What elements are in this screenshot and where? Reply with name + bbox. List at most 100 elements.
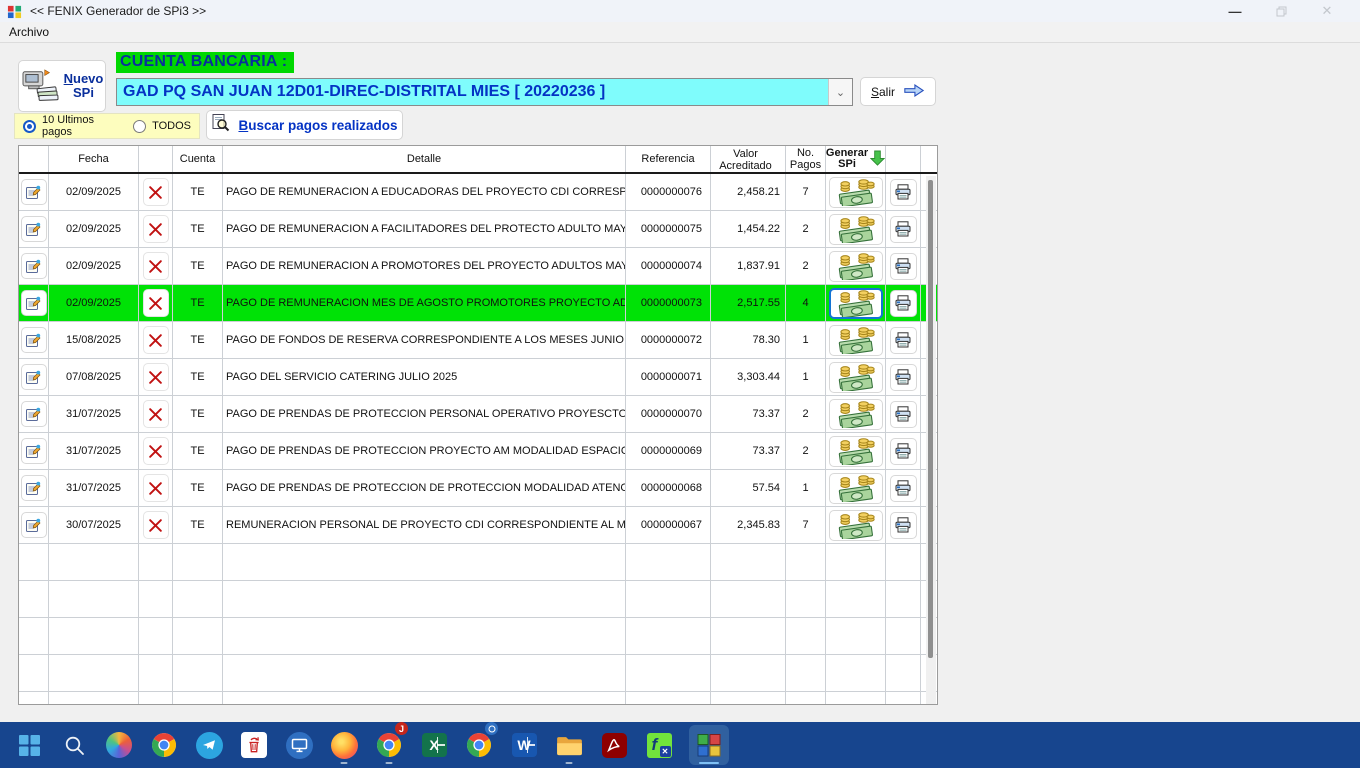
- generar-spi-button[interactable]: [829, 251, 883, 282]
- edit-button[interactable]: [21, 253, 47, 279]
- referencia-cell: 0000000075: [626, 211, 711, 247]
- close-button[interactable]: ✕: [1304, 0, 1350, 22]
- print-button-cell: [886, 248, 921, 284]
- search-icon[interactable]: [59, 725, 89, 765]
- table-row[interactable]: 07/08/2025TEPAGO DEL SERVICIO CATERING J…: [19, 359, 937, 396]
- edit-button[interactable]: [21, 290, 47, 316]
- table-row[interactable]: 31/07/2025TEPAGO DE PRENDAS DE PROTECCIO…: [19, 396, 937, 433]
- detalle-cell: PAGO DE PRENDAS DE PROTECCION PERSONAL O…: [223, 396, 626, 432]
- empty-cell: [19, 692, 49, 705]
- chrome-icon[interactable]: [149, 725, 179, 765]
- maximize-button[interactable]: [1258, 0, 1304, 22]
- generar-spi-button[interactable]: [829, 399, 883, 430]
- table-scrollbar-thumb[interactable]: [928, 180, 933, 658]
- table-scrollbar[interactable]: [926, 176, 936, 704]
- print-button[interactable]: [890, 364, 917, 391]
- header-edit-col: [19, 146, 49, 172]
- print-button[interactable]: [890, 438, 917, 465]
- table-row[interactable]: 02/09/2025TEPAGO DE REMUNERACION A FACIL…: [19, 211, 937, 248]
- generar-spi-button[interactable]: [829, 177, 883, 208]
- menu-archivo[interactable]: Archivo: [0, 23, 58, 41]
- chevron-down-icon[interactable]: ⌄: [828, 79, 852, 105]
- print-button[interactable]: [890, 253, 917, 280]
- generar-spi-button[interactable]: [829, 436, 883, 467]
- search-document-icon: [211, 113, 230, 137]
- delete-button[interactable]: [143, 437, 169, 465]
- header-no-pagos: No.Pagos: [786, 146, 826, 172]
- table-row[interactable]: 15/08/2025TEPAGO DE FONDOS DE RESERVA CO…: [19, 322, 937, 359]
- print-button[interactable]: [890, 327, 917, 354]
- edit-button[interactable]: [21, 438, 47, 464]
- delete-button-cell: [139, 285, 173, 321]
- profile-badge: J: [395, 722, 408, 735]
- print-button[interactable]: [890, 290, 917, 317]
- firefox-icon[interactable]: [329, 725, 359, 765]
- telegram-icon[interactable]: [194, 725, 224, 765]
- edit-button[interactable]: [21, 327, 47, 353]
- empty-cell: [786, 544, 826, 580]
- pagos-cell: 2: [786, 433, 826, 469]
- generar-spi-button[interactable]: [829, 214, 883, 245]
- generar-spi-button[interactable]: [829, 362, 883, 393]
- acrobat-icon[interactable]: [599, 725, 629, 765]
- cuenta-cell: TE: [173, 359, 223, 395]
- empty-cell: [886, 581, 921, 617]
- chrome-settings-icon[interactable]: [464, 725, 494, 765]
- empty-cell: [711, 544, 786, 580]
- delete-button[interactable]: [143, 363, 169, 391]
- table-row-selected[interactable]: 02/09/2025TEPAGO DE REMUNERACION MES DE …: [19, 285, 937, 322]
- radio-todos[interactable]: [133, 120, 146, 133]
- buscar-pagos-button[interactable]: Buscar pagos realizados: [206, 110, 403, 140]
- explorer-icon[interactable]: [554, 725, 584, 765]
- table-row[interactable]: 02/09/2025TEPAGO DE REMUNERACION A EDUCA…: [19, 174, 937, 211]
- print-button[interactable]: [890, 179, 917, 206]
- generar-spi-button[interactable]: [829, 288, 883, 319]
- nuevo-spi-button[interactable]: Nuevo SPi: [18, 60, 106, 112]
- empty-cell: [711, 655, 786, 691]
- pagos-cell: 1: [786, 359, 826, 395]
- delete-button[interactable]: [143, 326, 169, 354]
- table-row[interactable]: 30/07/2025TEREMUNERACION PERSONAL DE PRO…: [19, 507, 937, 544]
- remote-desktop-icon[interactable]: [284, 725, 314, 765]
- edit-button[interactable]: [21, 475, 47, 501]
- edit-button[interactable]: [21, 512, 47, 538]
- print-button[interactable]: [890, 512, 917, 539]
- delete-button[interactable]: [143, 215, 169, 243]
- delete-button[interactable]: [143, 474, 169, 502]
- start-icon[interactable]: [14, 725, 44, 765]
- fenix-icon[interactable]: f✕: [644, 725, 674, 765]
- word-icon[interactable]: W: [509, 725, 539, 765]
- generar-spi-button[interactable]: [829, 473, 883, 504]
- edit-button[interactable]: [21, 216, 47, 242]
- generar-spi-button[interactable]: [829, 325, 883, 356]
- running-indicator: [699, 762, 719, 765]
- radio-ultimos-pagos[interactable]: [23, 120, 36, 133]
- empty-cell: [786, 692, 826, 705]
- generar-spi-button[interactable]: [829, 510, 883, 541]
- excel-icon[interactable]: X: [419, 725, 449, 765]
- fenix-spi3-icon[interactable]: [689, 725, 729, 765]
- print-button[interactable]: [890, 216, 917, 243]
- print-button[interactable]: [890, 401, 917, 428]
- delete-button[interactable]: [143, 252, 169, 280]
- delete-button[interactable]: [143, 289, 169, 317]
- print-button-cell: [886, 359, 921, 395]
- chrome-profile-icon[interactable]: J: [374, 725, 404, 765]
- recycle-bin-icon[interactable]: [239, 725, 269, 765]
- edit-button[interactable]: [21, 179, 47, 205]
- edit-button[interactable]: [21, 401, 47, 427]
- edit-button[interactable]: [21, 364, 47, 390]
- copilot-icon[interactable]: [104, 725, 134, 765]
- cuenta-bancaria-select[interactable]: GAD PQ SAN JUAN 12D01-DIREC-DISTRITAL MI…: [116, 78, 853, 106]
- table-row[interactable]: 31/07/2025TEPAGO DE PRENDAS DE PROTECCIO…: [19, 470, 937, 507]
- salir-button[interactable]: Salir: [860, 77, 936, 106]
- delete-button[interactable]: [143, 178, 169, 206]
- table-row[interactable]: 02/09/2025TEPAGO DE REMUNERACION A PROMO…: [19, 248, 937, 285]
- table-row[interactable]: 31/07/2025TEPAGO DE PRENDAS DE PROTECCIO…: [19, 433, 937, 470]
- print-button[interactable]: [890, 475, 917, 502]
- header-filler-col: [921, 146, 937, 172]
- edit-button-cell: [19, 174, 49, 210]
- delete-button[interactable]: [143, 400, 169, 428]
- minimize-button[interactable]: —: [1212, 0, 1258, 22]
- delete-button[interactable]: [143, 511, 169, 539]
